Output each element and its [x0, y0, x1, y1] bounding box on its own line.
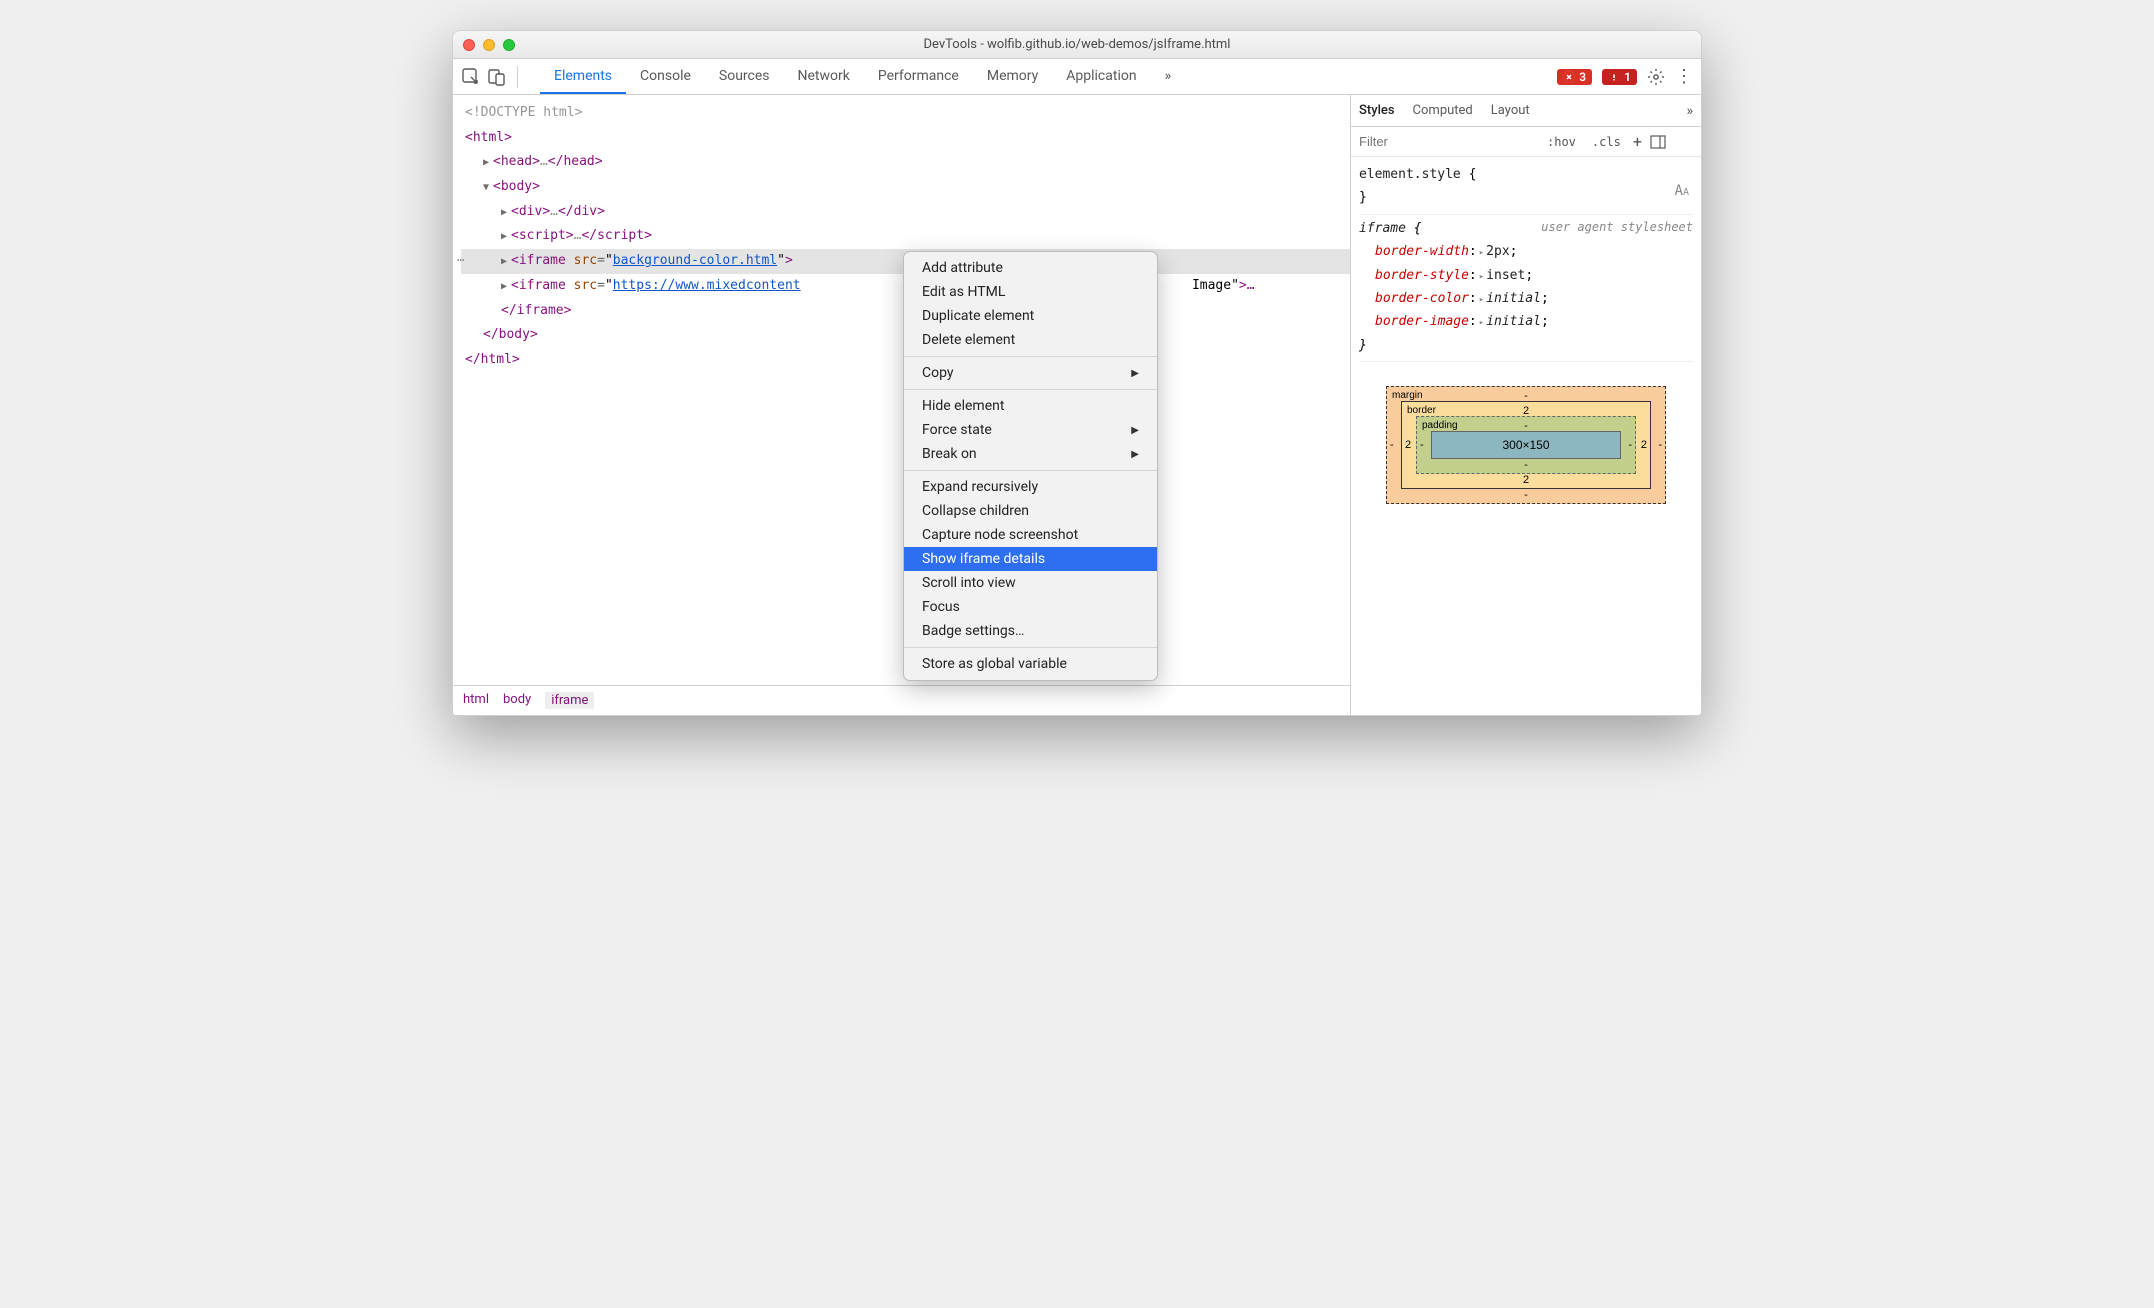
tab-elements[interactable]: Elements — [540, 59, 626, 94]
box-model[interactable]: margin - - - - border 2 2 2 2 padding - — [1386, 386, 1666, 504]
separator — [517, 66, 518, 88]
menu-item-edit-as-html[interactable]: Edit as HTML — [904, 280, 1157, 304]
stab-styles[interactable]: Styles — [1359, 103, 1395, 118]
toolbar-right: 3 1 ⋮ — [1557, 68, 1693, 86]
tab-performance[interactable]: Performance — [864, 59, 973, 94]
traffic-lights — [463, 39, 515, 51]
crumb-iframe[interactable]: iframe — [545, 692, 594, 709]
menu-item-scroll-into-view[interactable]: Scroll into view — [904, 571, 1157, 595]
styles-tabs: Styles Computed Layout » — [1351, 95, 1701, 127]
menu-item-add-attribute[interactable]: Add attribute — [904, 256, 1157, 280]
stab-computed[interactable]: Computed — [1413, 103, 1473, 118]
menu-item-focus[interactable]: Focus — [904, 595, 1157, 619]
bm-padding[interactable]: padding - - - - 300×150 — [1416, 416, 1636, 474]
menu-separator — [904, 389, 1157, 390]
tab-network[interactable]: Network — [784, 59, 864, 94]
styles-rules: element.style { } AA iframe { user agent… — [1351, 157, 1701, 366]
styles-panel: Styles Computed Layout » :hov .cls + ele… — [1351, 95, 1701, 715]
menu-item-break-on[interactable]: Break on▶ — [904, 442, 1157, 466]
menu-separator — [904, 647, 1157, 648]
close-window-button[interactable] — [463, 39, 475, 51]
tabs-overflow-icon[interactable]: » — [1151, 59, 1186, 94]
crumb-body[interactable]: body — [503, 692, 531, 709]
inspect-icon[interactable] — [461, 67, 481, 87]
issue-icon — [1608, 71, 1620, 83]
tab-console[interactable]: Console — [626, 59, 705, 94]
breadcrumb: html body iframe — [453, 685, 1350, 715]
tab-sources[interactable]: Sources — [705, 59, 784, 94]
dom-script[interactable]: ▶<script>…</script> — [461, 224, 1350, 249]
styles-filter-row: :hov .cls + — [1351, 127, 1701, 157]
css-prop-border-style[interactable]: border-style:▸inset; — [1359, 264, 1693, 287]
elements-panel: <!DOCTYPE html> <html> ▶<head>…</head> ▼… — [453, 95, 1351, 715]
menu-item-collapse-children[interactable]: Collapse children — [904, 499, 1157, 523]
tab-application[interactable]: Application — [1052, 59, 1150, 94]
window-title: DevTools - wolfib.github.io/web-demos/js… — [453, 37, 1701, 52]
issue-badge[interactable]: 1 — [1602, 69, 1637, 85]
new-rule-icon[interactable]: + — [1633, 132, 1642, 151]
rule-iframe-ua[interactable]: iframe { user agent stylesheet border-wi… — [1359, 215, 1693, 362]
device-toggle-icon[interactable] — [487, 67, 507, 87]
bm-content[interactable]: 300×150 — [1431, 431, 1621, 459]
menu-item-duplicate-element[interactable]: Duplicate element — [904, 304, 1157, 328]
content-area: <!DOCTYPE html> <html> ▶<head>…</head> ▼… — [453, 95, 1701, 715]
issue-count: 1 — [1624, 70, 1631, 84]
settings-icon[interactable] — [1647, 68, 1665, 86]
error-icon — [1563, 71, 1575, 83]
context-menu: Add attributeEdit as HTMLDuplicate eleme… — [903, 251, 1158, 681]
tab-memory[interactable]: Memory — [973, 59, 1052, 94]
sidebar-toggle-icon[interactable] — [1650, 135, 1666, 149]
menu-separator — [904, 356, 1157, 357]
bm-margin[interactable]: margin - - - - border 2 2 2 2 padding - — [1386, 386, 1666, 504]
dom-div[interactable]: ▶<div>…</div> — [461, 200, 1350, 225]
dom-body-open[interactable]: ▼<body> — [461, 175, 1350, 200]
menu-item-store-as-global-variable[interactable]: Store as global variable — [904, 652, 1157, 676]
css-prop-border-image[interactable]: border-image:▸initial; — [1359, 310, 1693, 333]
stab-layout[interactable]: Layout — [1491, 103, 1530, 118]
menu-item-expand-recursively[interactable]: Expand recursively — [904, 475, 1157, 499]
minimize-window-button[interactable] — [483, 39, 495, 51]
css-prop-border-color[interactable]: border-color:▸initial; — [1359, 287, 1693, 310]
main-toolbar: Elements Console Sources Network Perform… — [453, 59, 1701, 95]
menu-item-capture-node-screenshot[interactable]: Capture node screenshot — [904, 523, 1157, 547]
titlebar: DevTools - wolfib.github.io/web-demos/js… — [453, 31, 1701, 59]
error-count: 3 — [1579, 70, 1586, 84]
dom-doctype[interactable]: <!DOCTYPE html> — [461, 101, 1350, 126]
dom-html-open[interactable]: <html> — [461, 126, 1350, 151]
menu-item-show-iframe-details[interactable]: Show iframe details — [904, 547, 1157, 571]
hov-toggle[interactable]: :hov — [1543, 135, 1580, 149]
ua-label: user agent stylesheet — [1541, 217, 1693, 239]
styles-overflow-icon[interactable]: » — [1686, 103, 1693, 119]
cls-toggle[interactable]: .cls — [1588, 135, 1625, 149]
rule-element-style[interactable]: element.style { } AA — [1359, 161, 1693, 215]
menu-item-delete-element[interactable]: Delete element — [904, 328, 1157, 352]
maximize-window-button[interactable] — [503, 39, 515, 51]
font-size-icon[interactable]: AA — [1675, 179, 1689, 204]
menu-separator — [904, 470, 1157, 471]
css-prop-border-width[interactable]: border-width:▸2px; — [1359, 240, 1693, 263]
menu-item-badge-settings-[interactable]: Badge settings… — [904, 619, 1157, 643]
devtools-window: DevTools - wolfib.github.io/web-demos/js… — [452, 30, 1702, 716]
menu-item-hide-element[interactable]: Hide element — [904, 394, 1157, 418]
bm-border[interactable]: border 2 2 2 2 padding - - - - 300×150 — [1401, 401, 1651, 489]
menu-item-force-state[interactable]: Force state▶ — [904, 418, 1157, 442]
panel-tabs: Elements Console Sources Network Perform… — [540, 59, 1185, 94]
error-badge[interactable]: 3 — [1557, 69, 1592, 85]
dom-tree[interactable]: <!DOCTYPE html> <html> ▶<head>…</head> ▼… — [453, 95, 1350, 685]
crumb-html[interactable]: html — [463, 692, 489, 709]
styles-filter-input[interactable] — [1359, 134, 1535, 149]
menu-item-copy[interactable]: Copy▶ — [904, 361, 1157, 385]
dom-head[interactable]: ▶<head>…</head> — [461, 150, 1350, 175]
